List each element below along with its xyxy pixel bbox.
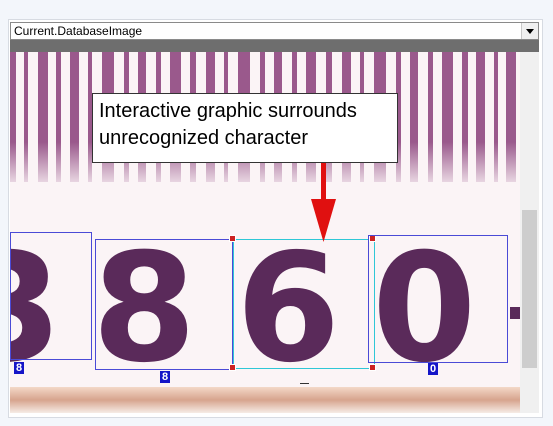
char-label-2: 8 <box>160 371 171 383</box>
viewer-header-strip <box>10 40 539 52</box>
resize-handle-bottom-right[interactable] <box>369 364 376 371</box>
char-label-1: 8 <box>14 362 25 374</box>
char-box-4[interactable] <box>368 235 508 363</box>
unrecognized-char-box[interactable] <box>233 239 375 369</box>
resize-handle-bottom-left[interactable] <box>229 364 236 371</box>
scrollbar-thumb[interactable] <box>522 210 537 368</box>
unrecognized-marker <box>300 383 309 384</box>
chevron-down-icon[interactable] <box>521 23 538 39</box>
callout-line-2: unrecognized character <box>99 127 309 149</box>
char-box-1[interactable] <box>10 232 92 360</box>
char-box-2[interactable] <box>95 239 233 370</box>
annotation-callout: Interactive graphic surrounds unrecogniz… <box>92 93 398 163</box>
image-source-value: Current.DatabaseImage <box>14 24 143 38</box>
image-source-dropdown[interactable]: Current.DatabaseImage <box>10 22 539 40</box>
char-label-4: 0 <box>428 363 439 375</box>
resize-handle-top-left[interactable] <box>229 235 236 242</box>
vertical-scrollbar[interactable] <box>520 52 539 413</box>
callout-line-1: Interactive graphic surrounds <box>99 100 357 122</box>
